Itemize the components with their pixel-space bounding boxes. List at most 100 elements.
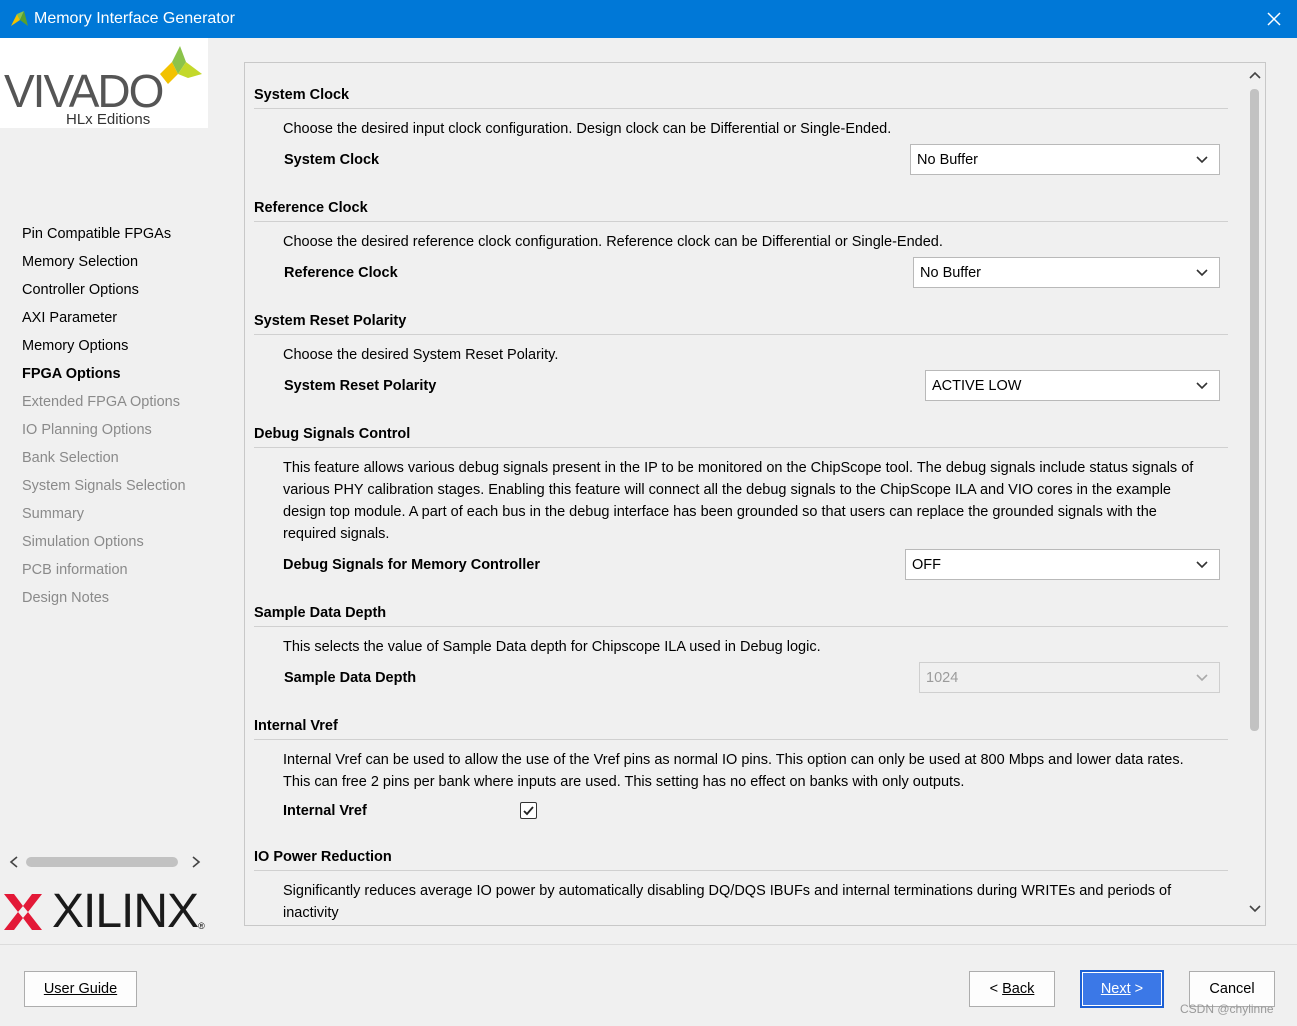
chevron-down-icon <box>1196 382 1208 390</box>
divider <box>254 221 1228 222</box>
system-clock-description: Choose the desired input clock configura… <box>283 121 892 137</box>
section-heading-system-clock: System Clock <box>254 87 350 103</box>
back-button[interactable]: < Back <box>969 971 1055 1007</box>
divider <box>254 739 1228 740</box>
nav-item-pcb-information: PCB information <box>22 562 128 578</box>
scroll-down-icon[interactable] <box>1248 903 1262 915</box>
nav-item-design-notes: Design Notes <box>22 590 110 606</box>
nav-item-extended-fpga-options: Extended FPGA Options <box>22 394 180 410</box>
hlx-editions-text: HLx Editions <box>66 111 151 128</box>
nav-item-simulation-options: Simulation Options <box>22 534 144 550</box>
internal-vref-description-line: Internal Vref can be used to allow the u… <box>283 752 1184 768</box>
checkmark-icon <box>523 806 534 816</box>
divider <box>254 870 1228 871</box>
vivado-logo: VIVADO HLx Editions <box>0 38 208 128</box>
io-power-description-line: inactivity <box>283 905 339 921</box>
debug-signals-label: Debug Signals for Memory Controller <box>283 557 540 573</box>
debug-description: This feature allows various debug signal… <box>283 457 1213 545</box>
vivado-wordmark: VIVADO <box>4 65 164 117</box>
nav-item-io-planning-options: IO Planning Options <box>22 422 152 438</box>
watermark-text: CSDN @chylinne <box>1180 1002 1274 1016</box>
user-guide-button[interactable]: User Guide <box>24 971 137 1007</box>
title-bar: Memory Interface Generator <box>0 0 1297 38</box>
chevron-down-icon <box>1196 156 1208 164</box>
reset-polarity-label: System Reset Polarity <box>284 378 437 394</box>
internal-vref-checkbox[interactable] <box>520 802 537 819</box>
sample-depth-value: 1024 <box>926 669 959 686</box>
registered-mark: ® <box>198 920 205 931</box>
nav-horizontal-scrollbar[interactable] <box>6 854 202 870</box>
section-heading-io-power-reduction: IO Power Reduction <box>254 849 392 865</box>
step-navigation: Pin Compatible FPGAs Memory Selection Co… <box>22 224 186 616</box>
back-label: Back <box>1002 981 1035 997</box>
back-prefix: < <box>989 981 1003 997</box>
nav-item-summary: Summary <box>22 506 85 522</box>
nav-item-axi-parameter[interactable]: AXI Parameter <box>22 308 186 336</box>
options-vertical-scrollbar[interactable] <box>1246 63 1264 925</box>
io-power-description: Significantly reduces average IO power b… <box>283 880 1213 924</box>
options-panel: System Clock Choose the desired input cl… <box>244 62 1266 926</box>
section-heading-reset-polarity: System Reset Polarity <box>254 313 407 329</box>
nav-item-pin-compatible-fpgas[interactable]: Pin Compatible FPGAs <box>22 224 186 252</box>
io-power-description-line: Significantly reduces average IO power b… <box>283 883 1172 899</box>
system-clock-select[interactable]: No Buffer <box>910 144 1220 175</box>
window-title: Memory Interface Generator <box>34 10 235 27</box>
section-heading-sample-depth: Sample Data Depth <box>254 605 387 621</box>
internal-vref-description-line: This can free 2 pins per bank where inpu… <box>283 774 965 790</box>
nav-item-controller-options[interactable]: Controller Options <box>22 280 186 308</box>
options-scroll-area: System Clock Choose the desired input cl… <box>245 63 1240 925</box>
debug-description-line: required signals. <box>283 526 390 542</box>
app-icon <box>11 11 28 26</box>
scroll-right-icon[interactable] <box>190 854 202 870</box>
next-button[interactable]: Next > <box>1080 970 1164 1008</box>
nav-item-memory-selection[interactable]: Memory Selection <box>22 252 186 280</box>
debug-signals-value: OFF <box>912 556 941 573</box>
close-icon <box>1267 12 1281 26</box>
next-label: Next <box>1100 981 1131 997</box>
reset-polarity-description: Choose the desired System Reset Polarity… <box>283 347 559 363</box>
chevron-down-icon <box>1196 561 1208 569</box>
xilinx-wordmark: XILINX <box>52 885 199 938</box>
left-panel: VIVADO HLx Editions Pin Compatible FPGAs… <box>0 38 208 944</box>
debug-description-line: various PHY calibration stages. Enabling… <box>283 482 1171 498</box>
reference-clock-value: No Buffer <box>920 264 981 281</box>
debug-description-line: design top module. A part of each bus in… <box>283 504 1157 520</box>
nav-item-memory-options[interactable]: Memory Options <box>22 336 186 364</box>
sample-depth-label: Sample Data Depth <box>284 670 417 686</box>
scroll-up-icon[interactable] <box>1248 69 1262 81</box>
section-heading-reference-clock: Reference Clock <box>254 200 368 216</box>
user-guide-label: User Guide <box>43 981 118 997</box>
reference-clock-select[interactable]: No Buffer <box>913 257 1220 288</box>
scroll-left-icon[interactable] <box>8 854 20 870</box>
scrollbar-thumb[interactable] <box>26 857 178 867</box>
divider <box>254 334 1228 335</box>
section-heading-debug-signals: Debug Signals Control <box>254 426 411 442</box>
internal-vref-label: Internal Vref <box>283 803 367 819</box>
system-clock-value: No Buffer <box>917 151 978 168</box>
divider <box>254 447 1228 448</box>
debug-description-line: This feature allows various debug signal… <box>283 460 1194 476</box>
reference-clock-label: Reference Clock <box>284 265 398 281</box>
vivado-leaf-icon <box>160 46 202 84</box>
chevron-down-icon <box>1196 674 1208 682</box>
reset-polarity-value: ACTIVE LOW <box>932 377 1022 394</box>
sample-depth-description: This selects the value of Sample Data de… <box>283 639 821 655</box>
nav-item-system-signals-selection: System Signals Selection <box>22 478 186 494</box>
debug-signals-select[interactable]: OFF <box>905 549 1220 580</box>
xilinx-mark-icon <box>4 893 42 930</box>
section-heading-internal-vref: Internal Vref <box>254 718 338 734</box>
scrollbar-thumb[interactable] <box>1250 89 1259 731</box>
divider <box>254 626 1228 627</box>
divider <box>254 108 1228 109</box>
next-suffix: > <box>1130 981 1144 997</box>
xilinx-logo: XILINX ® <box>4 884 205 939</box>
cancel-label: Cancel <box>1209 981 1255 997</box>
nav-item-fpga-options[interactable]: FPGA Options <box>22 364 186 392</box>
internal-vref-description: Internal Vref can be used to allow the u… <box>283 749 1213 793</box>
chevron-down-icon <box>1196 269 1208 277</box>
reset-polarity-select[interactable]: ACTIVE LOW <box>925 370 1220 401</box>
nav-item-bank-selection: Bank Selection <box>22 450 119 466</box>
close-button[interactable] <box>1261 6 1287 32</box>
reference-clock-description: Choose the desired reference clock confi… <box>283 234 943 250</box>
sample-depth-select: 1024 <box>919 662 1220 693</box>
